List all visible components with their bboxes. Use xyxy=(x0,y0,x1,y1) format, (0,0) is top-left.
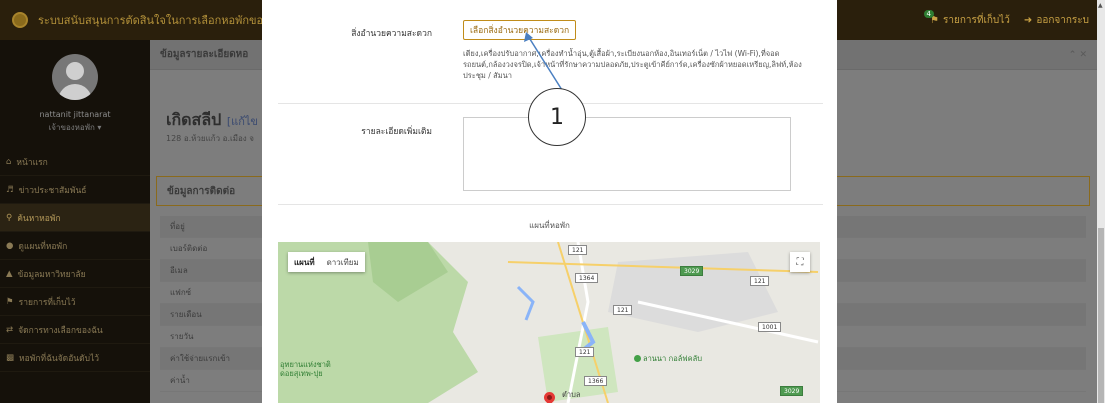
edit-link[interactable]: [แก้ไข xyxy=(227,115,258,128)
notifications-badge: 4 xyxy=(923,10,934,18)
annotation-callout: 1 xyxy=(528,88,586,146)
road-badge: 121 xyxy=(575,347,595,357)
bookmark-icon: ⚑ xyxy=(6,296,14,307)
sidebar-item-my-choices[interactable]: ⇄ จัดการทางเลือกของฉัน xyxy=(0,316,150,344)
sidebar-item-label: ดูแผนที่หอพัก xyxy=(18,241,68,252)
map-park-label: อุทยานแห่งชาติ ดอยสุเทพ-ปุย xyxy=(280,360,331,378)
logout-label: ออกจากระบ xyxy=(1036,14,1089,26)
logout-icon: ➜ xyxy=(1023,14,1033,26)
sidebar-item-saved[interactable]: ⚑ รายการที่เก็บไว้ xyxy=(0,288,150,316)
details-label: รายละเอียดเพิ่มเติม xyxy=(361,127,432,137)
sidebar-item-news[interactable]: ♬ ข่าวประชาสัมพันธ์ xyxy=(0,176,150,204)
road-badge: 121 xyxy=(568,245,588,255)
sidebar-item-dorm-map[interactable]: ● ดูแผนที่หอพัก xyxy=(0,232,150,260)
divider xyxy=(278,204,823,205)
sidebar-item-home[interactable]: ⌂ หน้าแรก xyxy=(0,148,150,176)
topbar-right: 4 ⚑ รายการที่เก็บไว้ ➜ ออกจากระบ xyxy=(916,0,1089,40)
dorm-map[interactable]: แผนที่ ดาวเทียม ⛶ 121 1364 3029 121 121 … xyxy=(278,242,820,403)
poi-marker-icon xyxy=(634,355,641,362)
search-icon: ⚲ xyxy=(6,212,13,223)
choose-amenities-button[interactable]: เลือกสิ่งอำนวยความสะดวก xyxy=(463,20,577,40)
map-poi-label[interactable]: ลานนา กอล์ฟคลับ xyxy=(634,353,702,365)
sidebar-item-label: ข้อมูลมหาวิทยาลัย xyxy=(17,269,86,280)
road-badge: 3029 xyxy=(680,266,704,276)
app-logo-icon xyxy=(12,12,28,28)
exchange-icon: ⇄ xyxy=(6,324,14,335)
megaphone-icon: ♬ xyxy=(6,184,14,195)
map-title: แผนที่หอพัก xyxy=(529,221,570,230)
avatar xyxy=(52,54,98,100)
user-role-dropdown[interactable]: เจ้าของหอพัก ▾ xyxy=(0,121,150,134)
sidebar-item-label: หน้าแรก xyxy=(16,157,48,168)
user-name: nattanit jittanarat xyxy=(39,110,111,119)
tab-satellite[interactable]: ดาวเทียม xyxy=(321,252,365,272)
sidebar-item-label: รายการที่เก็บไว้ xyxy=(18,297,76,308)
amenities-list-text: เตียง,เครื่องปรับอากาศ,เครื่องทำน้ำอุ่น,… xyxy=(463,49,802,80)
scrollbar-thumb[interactable] xyxy=(1098,228,1104,403)
saved-list-link[interactable]: 4 ⚑ รายการที่เก็บไว้ xyxy=(916,10,1010,28)
sidebar-item-label: ค้นหาหอพัก xyxy=(17,213,61,224)
edit-dorm-modal: สิ่งอำนวยความสะดวก เลือกสิ่งอำนวยความสะด… xyxy=(262,0,837,403)
app-title[interactable]: ระบบสนับสนุนการตัดสินใจในการเลือกหอพักขอ… xyxy=(38,11,290,29)
map-marker-icon: ● xyxy=(6,240,14,251)
sidebar-item-search-dorm[interactable]: ⚲ ค้นหาหอพัก xyxy=(0,204,150,232)
place-name: เกิดสลีป xyxy=(166,110,222,129)
map-district-label: ตำบล xyxy=(562,390,581,399)
road-badge: 1364 xyxy=(575,273,599,283)
fullscreen-icon[interactable]: ⛶ xyxy=(790,252,810,272)
sidebar-item-university[interactable]: ▲ ข้อมูลมหาวิทยาลัย xyxy=(0,260,150,288)
road-badge: 121 xyxy=(613,305,633,315)
page-title: เกิดสลีป [แก้ไข xyxy=(166,108,258,133)
road-badge: 1366 xyxy=(584,376,608,386)
graduation-cap-icon: ▲ xyxy=(6,268,13,279)
sidebar-menu: ⌂ หน้าแรก ♬ ข่าวประชาสัมพันธ์ ⚲ ค้นหาหอพัก … xyxy=(0,148,150,372)
place-address: 128 อ.ห้วยแก้ว อ.เมือง จ xyxy=(166,134,254,143)
road-badge: 1001 xyxy=(758,322,782,332)
sidebar-item-label: จัดการทางเลือกของฉัน xyxy=(18,325,103,336)
page-scrollbar[interactable]: ▲ xyxy=(1097,0,1105,403)
road-badge: 121 xyxy=(750,276,770,286)
amenities-label: สิ่งอำนวยความสะดวก xyxy=(351,29,432,39)
map-type-tabs: แผนที่ ดาวเทียม xyxy=(288,252,365,272)
road-badge: 3029 xyxy=(780,386,804,396)
bar-chart-icon: ▩ xyxy=(6,352,15,363)
tab-map[interactable]: แผนที่ xyxy=(288,252,321,272)
home-icon: ⌂ xyxy=(6,156,12,167)
sidebar-item-label: ข่าวประชาสัมพันธ์ xyxy=(18,185,87,196)
saved-list-label: รายการที่เก็บไว้ xyxy=(942,14,1010,26)
scroll-up-icon[interactable]: ▲ xyxy=(1098,2,1103,9)
sidebar: nattanit jittanarat เจ้าของหอพัก ▾ ⌂ หน้า… xyxy=(0,40,150,403)
sidebar-item-ranked[interactable]: ▩ หอพักที่ฉันจัดอันดับไว้ xyxy=(0,344,150,372)
sidebar-item-label: หอพักที่ฉันจัดอันดับไว้ xyxy=(19,353,100,364)
logout-link[interactable]: ➜ ออกจากระบ xyxy=(1024,13,1089,28)
panel-title: ข้อมูลรายละเอียดหอ xyxy=(160,49,249,60)
panel-tools[interactable]: ⌃ ✕ xyxy=(1069,50,1087,60)
details-textarea[interactable] xyxy=(463,117,791,191)
